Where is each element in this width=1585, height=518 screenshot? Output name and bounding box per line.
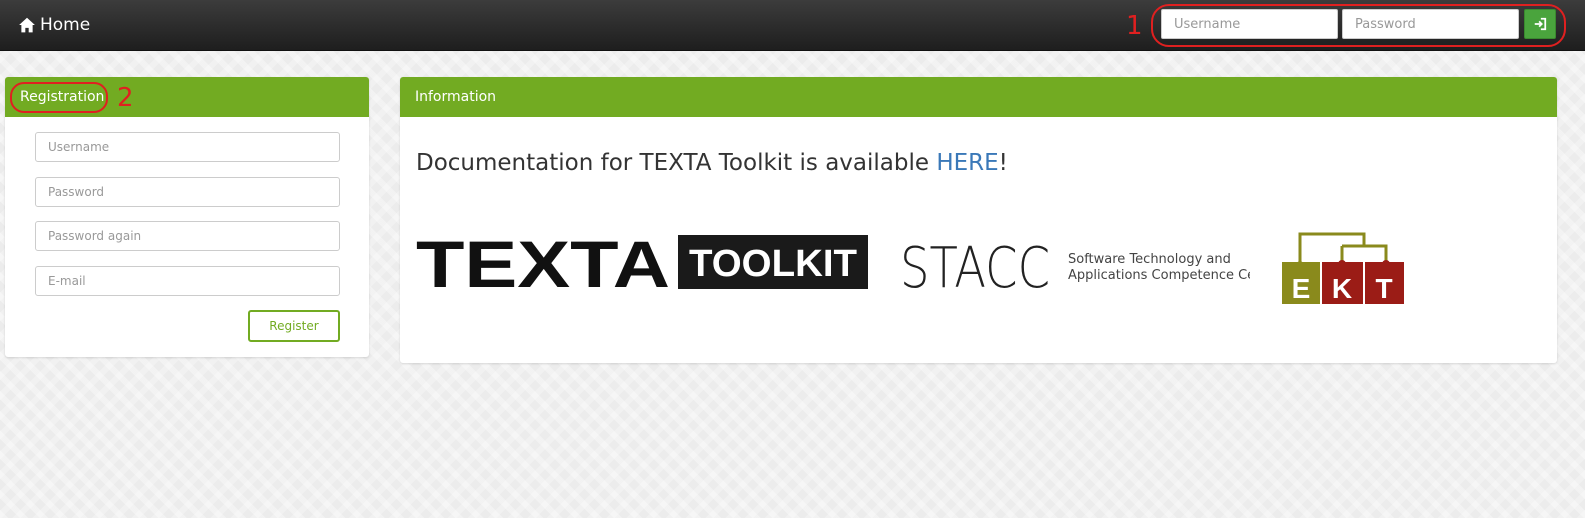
registration-panel: Registration Register — [5, 77, 369, 357]
register-button[interactable]: Register — [248, 310, 340, 342]
register-password-input[interactable] — [35, 177, 340, 207]
register-email-input[interactable] — [35, 266, 340, 296]
login-button[interactable] — [1524, 9, 1556, 39]
documentation-suffix: ! — [998, 150, 1008, 176]
navbar-username-input[interactable] — [1161, 9, 1338, 39]
stacc-tagline-line-1: Software Technology and — [1068, 252, 1231, 267]
ekt-logo: E K T — [1282, 232, 1404, 304]
register-password-again-input[interactable] — [35, 221, 340, 251]
navbar-password-input[interactable] — [1342, 9, 1519, 39]
texta-logo-text: TEXTA — [416, 232, 670, 292]
information-panel: Information Documentation for TEXTA Tool… — [400, 77, 1557, 363]
annotation-number-2: 2 — [117, 83, 134, 113]
documentation-prefix: Documentation for TEXTA Toolkit is avail… — [416, 150, 937, 176]
home-link[interactable]: Home — [18, 12, 90, 38]
stacc-tagline-line-2: Applications Competence Center — [1068, 268, 1250, 283]
toolkit-logo-text: TOOLKIT — [689, 243, 857, 285]
ekt-letter-k: K — [1332, 273, 1352, 304]
stacc-logo-text: STACC — [900, 237, 1050, 295]
texta-toolkit-logo: TEXTA TOOLKIT — [416, 232, 868, 292]
top-navbar: Home 1 — [0, 0, 1585, 51]
home-icon — [18, 16, 36, 34]
ekt-letter-e: E — [1292, 273, 1311, 304]
ekt-letter-t: T — [1375, 273, 1392, 304]
annotation-number-1: 1 — [1126, 11, 1143, 41]
information-heading: Information — [400, 77, 1557, 117]
sign-in-icon — [1533, 17, 1547, 31]
home-label: Home — [40, 15, 91, 35]
information-title: Information — [415, 89, 497, 105]
documentation-text: Documentation for TEXTA Toolkit is avail… — [416, 150, 1008, 176]
annotation-ring-2 — [10, 82, 108, 113]
stacc-logo: STACC Software Technology and Applicatio… — [900, 237, 1250, 295]
documentation-link[interactable]: HERE — [936, 150, 998, 176]
register-username-input[interactable] — [35, 132, 340, 162]
